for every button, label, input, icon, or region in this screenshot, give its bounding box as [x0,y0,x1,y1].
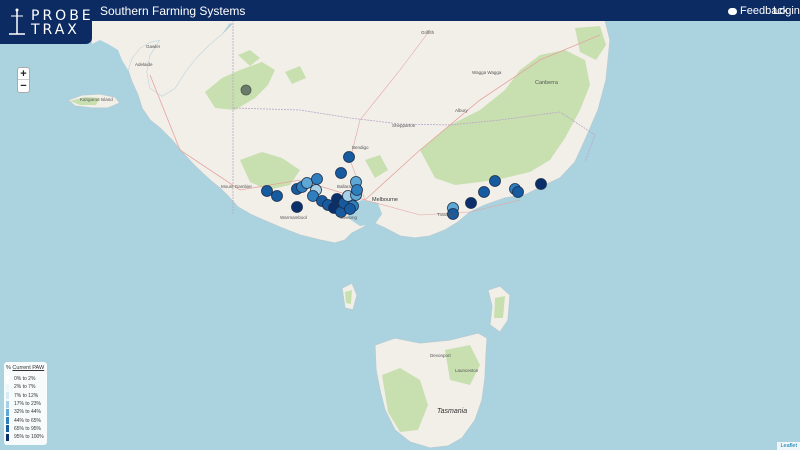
label-bendigo: Bendigo [352,145,369,150]
label-adelaide: Adelaide [135,62,153,67]
legend-swatch [6,408,9,416]
probe-marker [512,186,524,198]
legend-swatch [6,417,9,425]
label-gawler: Gawler [146,44,161,49]
label-warrnambool: Warrnambool [280,215,307,220]
probe-marker [351,184,363,196]
label-shepparton: Shepparton [392,123,416,128]
leaflet-attribution[interactable]: Leaflet [777,442,800,450]
legend-label: 32% to 44% [14,409,41,416]
map-canvas[interactable]: Griffith Wagga Wagga Canberra Albury She… [0,0,800,450]
probe-marker [291,201,303,213]
legend-swatch [6,400,9,408]
legend-item: 2% to 7% [6,383,45,391]
legend-label: 2% to 7% [14,384,36,391]
paw-legend: % Current PAW 0% to 2% 2% to 7% 7% to 12% 1… [4,362,47,445]
label-mount-gambier: Mount Gambier [221,184,253,189]
label-traralgon: Traralgon [437,212,457,217]
legend-title: % Current PAW [6,365,45,371]
legend-title-link[interactable]: Current PAW [12,365,44,371]
legend-swatch [6,425,9,433]
probe-marker [240,84,252,96]
zoom-control: + − [17,67,30,93]
zoom-in-button[interactable]: + [18,68,29,80]
login-dropdown[interactable]: Login ▼ [773,5,800,17]
legend-item: 0% to 2% [6,375,45,383]
legend-item: 44% to 65% [6,416,45,425]
probe-marker [301,177,313,189]
legend-swatch [6,383,9,391]
label-melbourne: Melbourne [372,197,398,203]
probe-marker [261,185,273,197]
comment-icon [728,7,737,15]
probe-marker [465,197,477,209]
legend-label: 65% to 95% [14,425,41,432]
brand-logo[interactable]: PROBE TRAX [0,0,92,44]
label-tasmania: Tasmania [437,408,467,415]
brand-line-1: PROBE [31,8,94,24]
legend-label: 7% to 12% [14,392,39,399]
legend-item: 95% to 100% [6,433,45,441]
probe-marker [478,186,490,198]
legend-item: 65% to 95% [6,425,45,433]
legend-label: 0% to 2% [14,376,36,383]
legend-label: 44% to 65% [14,417,41,424]
probe-marker [489,175,501,187]
login-label: Login [773,5,800,17]
label-kangaroo-island: Kangaroo Island [80,97,113,102]
zoom-out-button[interactable]: − [18,80,29,92]
label-griffith: Griffith [421,30,435,35]
legend-item: 17% to 23% [6,400,45,408]
legend-swatch [6,375,9,383]
legend-label: 95% to 100% [14,434,44,441]
legend-swatch [6,392,9,400]
probe-marker [535,178,547,190]
label-albury: Albury [455,108,469,113]
label-wagga: Wagga Wagga [472,70,502,75]
label-geelong: Geelong [340,215,358,220]
label-launceston: Launceston [455,368,479,373]
probe-marker [335,167,347,179]
legend-label: 17% to 23% [14,401,41,408]
app-title: Southern Farming Systems [100,4,246,18]
label-canberra: Canberra [535,80,559,86]
probe-icon [9,8,25,35]
legend-swatch [6,433,9,441]
legend-item: 32% to 44% [6,408,45,416]
probe-marker [271,190,283,202]
probe-marker [344,203,356,215]
brand-line-2: TRAX [31,22,80,38]
label-devonport: Devonport [430,353,452,358]
legend-item: 7% to 12% [6,392,45,400]
probe-marker [311,173,323,185]
probe-marker [343,151,355,163]
label-ballarat: Ballarat [337,184,353,189]
